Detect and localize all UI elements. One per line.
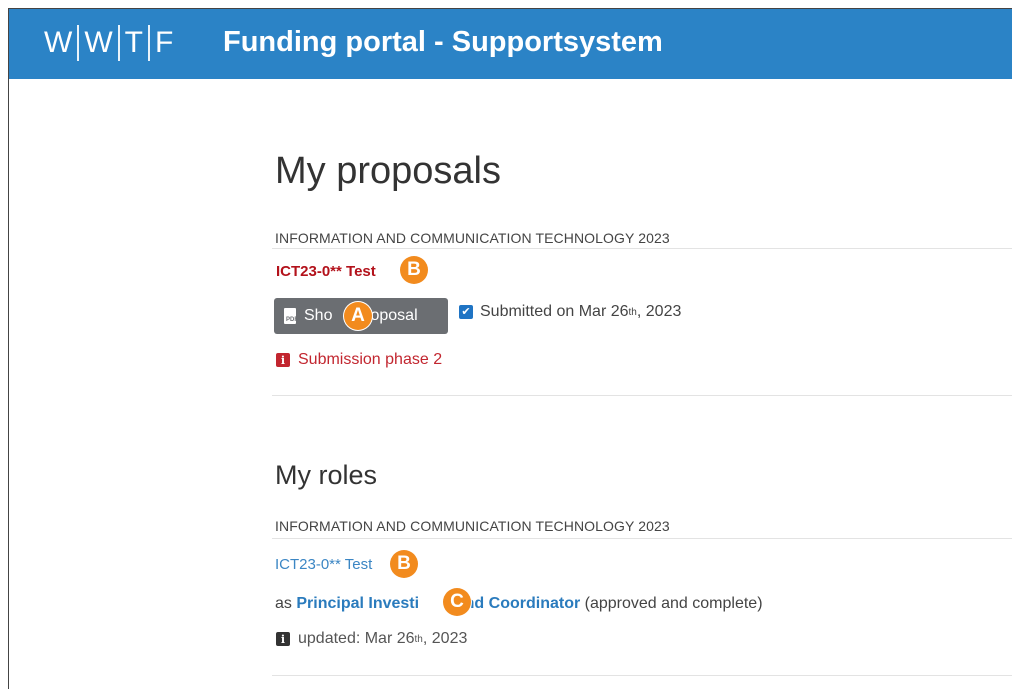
logo-letter: W [84,26,113,59]
logo-divider [77,25,80,61]
role-link-start: Principal Investi [296,595,420,612]
top-navbar: W W T F Funding portal - Supportsystem [9,9,1012,79]
proposal-title-link[interactable]: ICT23-0** Test [276,263,376,280]
updated-sup: th [414,633,423,645]
divider [272,538,1012,539]
callout-b-badge: B [390,550,418,578]
role-updated: i updated: Mar 26th, 2023 [276,630,467,648]
divider [272,395,1012,396]
status-sup: th [628,306,637,318]
role-link[interactable]: Principal Investi r and Coordinator [296,595,580,612]
my-proposals-heading: My proposals [275,150,501,192]
info-icon: i [276,632,290,646]
status-text: Submitted on Mar 26 [480,303,629,320]
callout-c-badge: C [443,588,471,616]
portal-title[interactable]: Funding portal - Supportsystem [223,26,663,59]
app-frame [8,8,1012,689]
pdf-icon: PDF [284,307,298,325]
proposal-category: INFORMATION AND COMMUNICATION TECHNOLOGY… [275,230,670,246]
updated-text: updated: Mar 26 [298,630,415,647]
submission-phase[interactable]: i Submission phase 2 [276,351,442,369]
role-proposal-link[interactable]: ICT23-0** Test [275,556,372,573]
checkbox-icon: ✔ [459,305,473,319]
wwtf-logo[interactable]: W W T F [39,25,178,61]
logo-letter: T [124,26,143,59]
show-button-label-start: Sho [304,307,333,324]
info-icon: i [276,353,290,367]
roles-category: INFORMATION AND COMMUNICATION TECHNOLOGY… [275,518,670,534]
show-button-label-end: oposal [370,307,418,324]
callout-a-badge: A [344,302,372,330]
role-description: as Principal Investi r and Coordinator (a… [275,595,763,613]
updated-year: , 2023 [422,630,468,647]
role-prefix: as [275,595,292,612]
role-status: (approved and complete) [584,595,763,612]
status-year: , 2023 [636,303,682,320]
callout-b-badge: B [400,256,428,284]
phase-text: Submission phase 2 [298,351,443,368]
logo-divider [117,25,120,61]
logo-letter: F [154,26,174,59]
submission-status: ✔ Submitted on Mar 26th, 2023 [459,303,681,321]
logo-divider [147,25,150,61]
logo-letter: W [44,26,73,59]
divider [272,675,1012,676]
my-roles-heading: My roles [275,460,378,490]
divider [272,248,1012,249]
